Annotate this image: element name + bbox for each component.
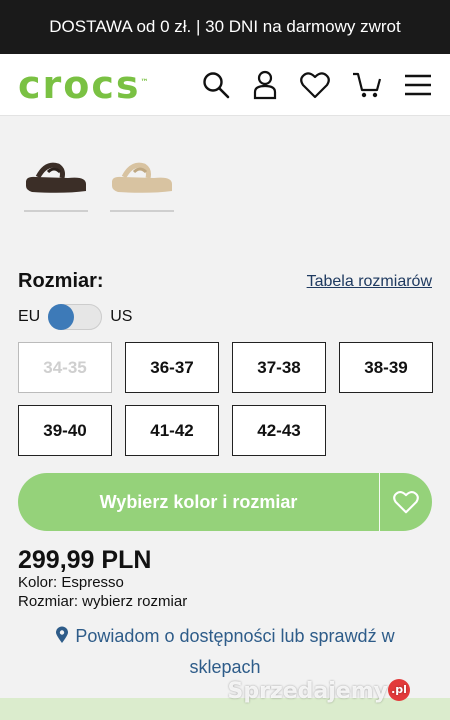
unit-eu-label: EU — [18, 308, 41, 325]
heart-icon — [393, 491, 419, 514]
account-icon[interactable] — [252, 70, 278, 100]
cta-divider — [379, 473, 380, 531]
size-option[interactable]: 42-43 — [232, 405, 326, 456]
unit-toggle[interactable] — [48, 304, 103, 330]
watermark-text: Sprzedajemy — [227, 679, 389, 704]
add-to-wishlist-button[interactable] — [380, 473, 432, 531]
selected-size: Rozmiar: wybierz rozmiar — [18, 593, 188, 610]
swatch-underline — [110, 210, 174, 212]
unit-us-label: US — [110, 308, 133, 325]
size-option[interactable]: 36-37 — [125, 342, 219, 393]
color-swatch-beige[interactable] — [110, 156, 174, 226]
select-color-size-button[interactable]: Wybierz kolor i rozmiar — [18, 473, 379, 531]
notify-availability-link[interactable]: Powiadom o dostępności lub sprawdź w skl… — [0, 622, 450, 682]
swatch-underline — [24, 210, 88, 212]
sandal-image — [26, 162, 86, 193]
size-heading: Rozmiar: — [18, 270, 104, 292]
size-options: 34-35 36-37 37-38 38-39 39-40 41-42 42-4… — [18, 342, 433, 456]
search-icon[interactable] — [202, 71, 230, 99]
menu-icon[interactable] — [404, 73, 432, 97]
wishlist-heart-icon[interactable] — [300, 71, 330, 99]
size-unit-toggle-row: EU US — [18, 304, 132, 330]
crocs-logo[interactable]: crocs™ — [18, 63, 151, 107]
notify-line2: sklepach — [189, 657, 261, 677]
notify-line1: Powiadom o dostępności lub sprawdź w — [75, 626, 395, 646]
watermark: Sprzedajemy .pl — [227, 679, 410, 704]
toggle-knob — [48, 304, 75, 330]
add-to-cart-bar: Wybierz kolor i rozmiar — [18, 473, 432, 531]
size-chart-link[interactable]: Tabela rozmiarów — [307, 273, 432, 291]
logo-text: crocs — [18, 62, 141, 107]
location-pin-icon — [55, 624, 69, 653]
promo-text: DOSTAWA od 0 zł. | 30 DNI na darmowy zwr… — [49, 17, 401, 36]
watermark-badge: .pl — [388, 679, 410, 701]
color-swatch-espresso[interactable] — [24, 156, 88, 226]
sandal-image — [112, 162, 172, 193]
site-header: crocs™ — [0, 54, 450, 116]
product-price: 299,99 PLN — [18, 546, 152, 574]
size-option[interactable]: 39-40 — [18, 405, 112, 456]
size-option[interactable]: 37-38 — [232, 342, 326, 393]
color-swatches — [0, 116, 450, 226]
cart-icon[interactable] — [352, 71, 382, 99]
promo-banner: DOSTAWA od 0 zł. | 30 DNI na darmowy zwr… — [0, 0, 450, 54]
selected-color: Kolor: Espresso — [18, 574, 124, 591]
size-option[interactable]: 41-42 — [125, 405, 219, 456]
size-option[interactable]: 38-39 — [339, 342, 433, 393]
size-option: 34-35 — [18, 342, 112, 393]
